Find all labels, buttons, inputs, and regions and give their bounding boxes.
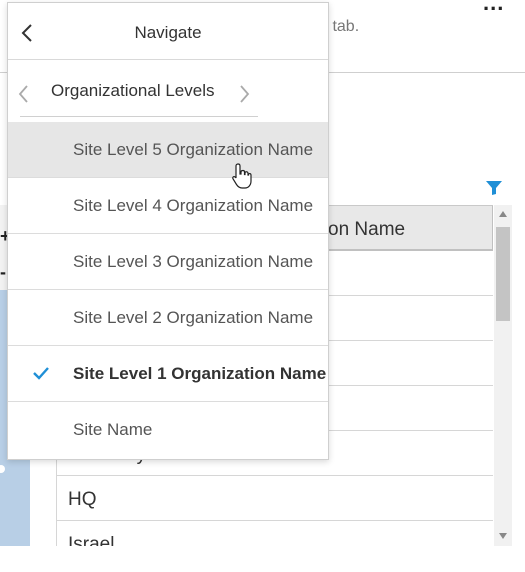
level-item-site-level-2[interactable]: Site Level 2 Organization Name <box>8 289 328 345</box>
navigate-popover: Navigate Organizational Levels Site Leve… <box>7 2 329 460</box>
navigate-header: Navigate <box>8 3 328 60</box>
previous-level-icon[interactable] <box>16 83 32 105</box>
row-text: HQ <box>68 489 97 510</box>
level-selector: Organizational Levels <box>8 59 328 122</box>
table-row[interactable]: HQ <box>57 475 493 521</box>
level-item-site-level-4[interactable]: Site Level 4 Organization Name <box>8 177 328 233</box>
level-item-site-level-3[interactable]: Site Level 3 Organization Name <box>8 233 328 289</box>
level-underline <box>20 116 258 117</box>
level-item-label: Site Level 1 Organization Name <box>73 364 327 383</box>
checkmark-icon <box>33 367 49 380</box>
level-list: Site Level 5 Organization Name Site Leve… <box>8 122 328 457</box>
scroll-thumb[interactable] <box>496 227 510 321</box>
more-options-icon[interactable]: ... <box>483 0 504 16</box>
column-header-label: on Name <box>328 219 406 240</box>
level-item-label: Site Level 2 Organization Name <box>73 308 314 327</box>
level-item-site-level-1[interactable]: Site Level 1 Organization Name <box>8 345 328 401</box>
scroll-down-icon[interactable] <box>499 533 507 539</box>
level-item-site-level-5[interactable]: Site Level 5 Organization Name <box>8 122 328 177</box>
level-item-label: Site Level 4 Organization Name <box>73 196 314 215</box>
filter-icon[interactable] <box>485 180 503 196</box>
level-item-label: Site Level 3 Organization Name <box>73 252 314 271</box>
next-level-icon[interactable] <box>236 83 252 105</box>
level-label: Organizational Levels <box>51 81 215 100</box>
scroll-up-icon[interactable] <box>499 211 507 217</box>
level-item-site-name[interactable]: Site Name <box>8 401 328 457</box>
level-item-label: Site Level 5 Organization Name <box>73 140 314 159</box>
row-text: Israel <box>68 534 115 546</box>
navigate-title: Navigate <box>134 23 202 42</box>
grid-scrollbar[interactable] <box>494 205 512 546</box>
zoom-out-button[interactable]: - <box>0 262 6 283</box>
table-row[interactable]: Israel <box>57 520 493 546</box>
hand-cursor-icon <box>232 163 252 189</box>
level-item-label: Site Name <box>73 420 153 439</box>
